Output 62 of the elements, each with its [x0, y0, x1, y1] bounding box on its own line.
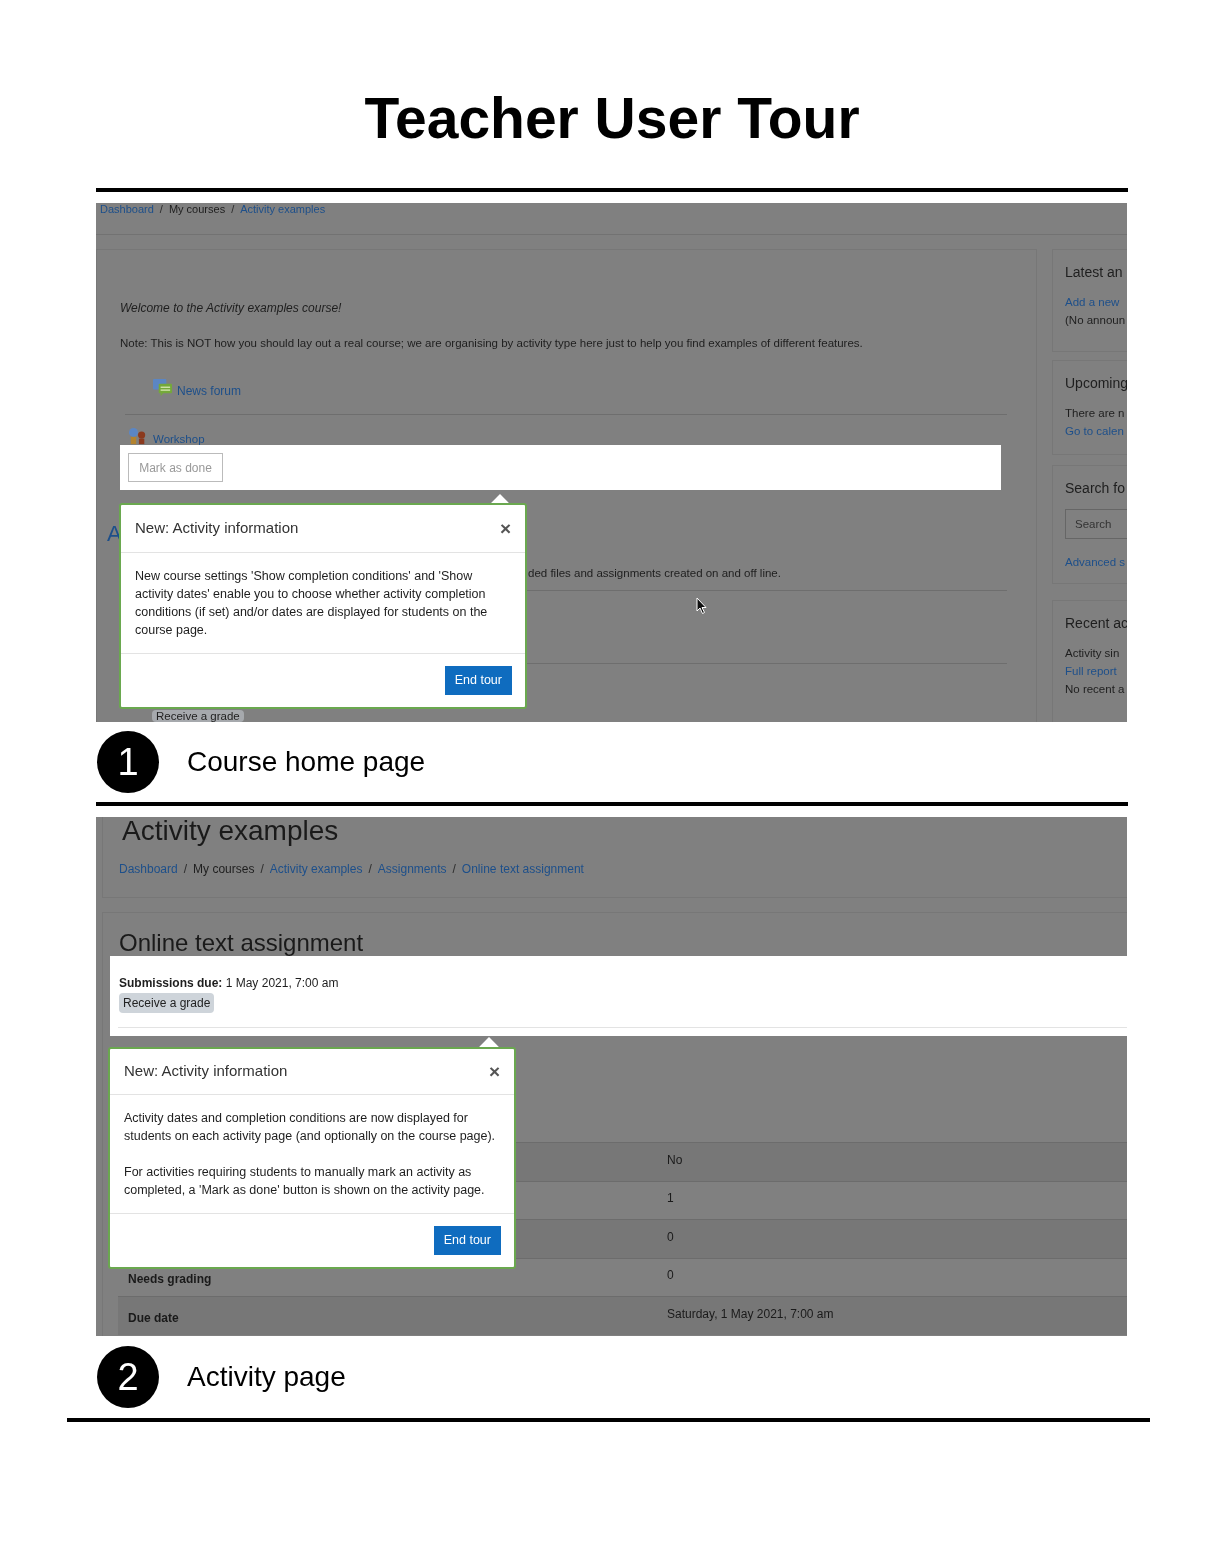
- row-value: Saturday, 1 May 2021, 7:00 am: [667, 1305, 834, 1323]
- popover-text: New course settings 'Show completion conditions' and 'Show activity dates' enable you to choose whether activity completion conditions (if set) and/or dates are displayed for students on the course page.: [135, 568, 489, 639]
- mark-as-done-button[interactable]: Mark as done: [128, 453, 223, 482]
- row-value: 0: [667, 1267, 674, 1284]
- close-button[interactable]: ×: [499, 519, 511, 538]
- breadcrumb-link[interactable]: Activity examples: [269, 862, 363, 876]
- breadcrumb-separator: /: [368, 862, 372, 876]
- popover-text: Activity dates and completion conditions are now displayed for students on each activity page (and optionally on the course page).: [124, 1110, 497, 1145]
- close-button[interactable]: ×: [488, 1062, 500, 1081]
- row-label: Due date: [128, 1309, 179, 1327]
- breadcrumb-link[interactable]: Activity examples: [240, 203, 326, 215]
- block-link[interactable]: Full report: [1065, 662, 1127, 680]
- end-tour-button[interactable]: End tour: [433, 1226, 501, 1255]
- row-label: Needs grading: [128, 1271, 212, 1288]
- breadcrumb-separator: /: [260, 862, 264, 876]
- breadcrumb-separator: /: [452, 862, 456, 876]
- breadcrumb-separator: /: [183, 862, 188, 876]
- block-text: No recent a: [1065, 682, 1126, 697]
- row-value: 0: [667, 1228, 674, 1246]
- page-heading: Activity examples: [122, 817, 339, 845]
- breadcrumb-separator: /: [231, 203, 235, 215]
- row-value: 1: [667, 1190, 674, 1207]
- block-text: (No announ: [1065, 313, 1127, 328]
- step-number: 1: [97, 731, 159, 793]
- block-link[interactable]: Advanced s: [1065, 553, 1127, 571]
- grade-badge: Receive a grade: [119, 993, 215, 1013]
- breadcrumb-link[interactable]: Assignments: [377, 862, 447, 876]
- breadcrumb-separator: /: [159, 203, 163, 215]
- search-field[interactable]: Search: [1065, 509, 1127, 539]
- breadcrumb-item: My courses: [168, 203, 226, 215]
- block-text: Activity sin: [1065, 646, 1121, 661]
- forum-icon: [152, 378, 173, 397]
- block-link[interactable]: Add a new: [1065, 293, 1127, 311]
- activity-link[interactable]: Workshop: [153, 433, 205, 445]
- block-title: Latest an: [1065, 263, 1124, 281]
- note-text: Note: This is NOT how you should lay out a real course; we are organising by activity type here just to help you find examples of different features.: [120, 336, 863, 351]
- popover-title: New: Activity information: [135, 518, 299, 539]
- assignment-title: Online text assignment: [119, 931, 364, 955]
- welcome-text: Welcome to the Activity examples course!: [120, 300, 342, 317]
- block-title: Recent ac: [1065, 614, 1127, 632]
- end-tour-button[interactable]: End tour: [444, 666, 512, 695]
- popover-text: For activities requiring students to manually mark an activity as completed, a 'Mark as done' button is shown on the activity page.: [124, 1164, 486, 1199]
- people-icon: [128, 427, 148, 445]
- document-title: Teacher User Tour: [364, 88, 860, 148]
- due-date-text: Submissions due: 1 May 2021, 7:00 am: [119, 975, 339, 992]
- step-caption: Activity page: [187, 1360, 346, 1394]
- popover-title: New: Activity information: [124, 1061, 288, 1082]
- block-link[interactable]: Go to calen: [1065, 422, 1127, 440]
- step-caption: Course home page: [187, 745, 426, 779]
- grade-badge: Receive a grade: [152, 710, 244, 722]
- breadcrumb-link[interactable]: Online text assignment: [461, 862, 584, 876]
- breadcrumb-item: My courses: [193, 862, 255, 876]
- breadcrumb-link[interactable]: Dashboard: [119, 862, 178, 876]
- block-text: There are n: [1065, 406, 1126, 421]
- breadcrumb-link[interactable]: Dashboard: [100, 203, 154, 215]
- row-value: No: [667, 1151, 683, 1169]
- step-number: 2: [97, 1346, 159, 1408]
- block-title: Upcoming: [1065, 374, 1127, 392]
- block-title: Search fo: [1065, 479, 1126, 497]
- activity-link[interactable]: News forum: [177, 382, 241, 400]
- section-text: ded files and assignments created on and off line.: [528, 566, 781, 581]
- cursor-icon: [696, 597, 708, 615]
